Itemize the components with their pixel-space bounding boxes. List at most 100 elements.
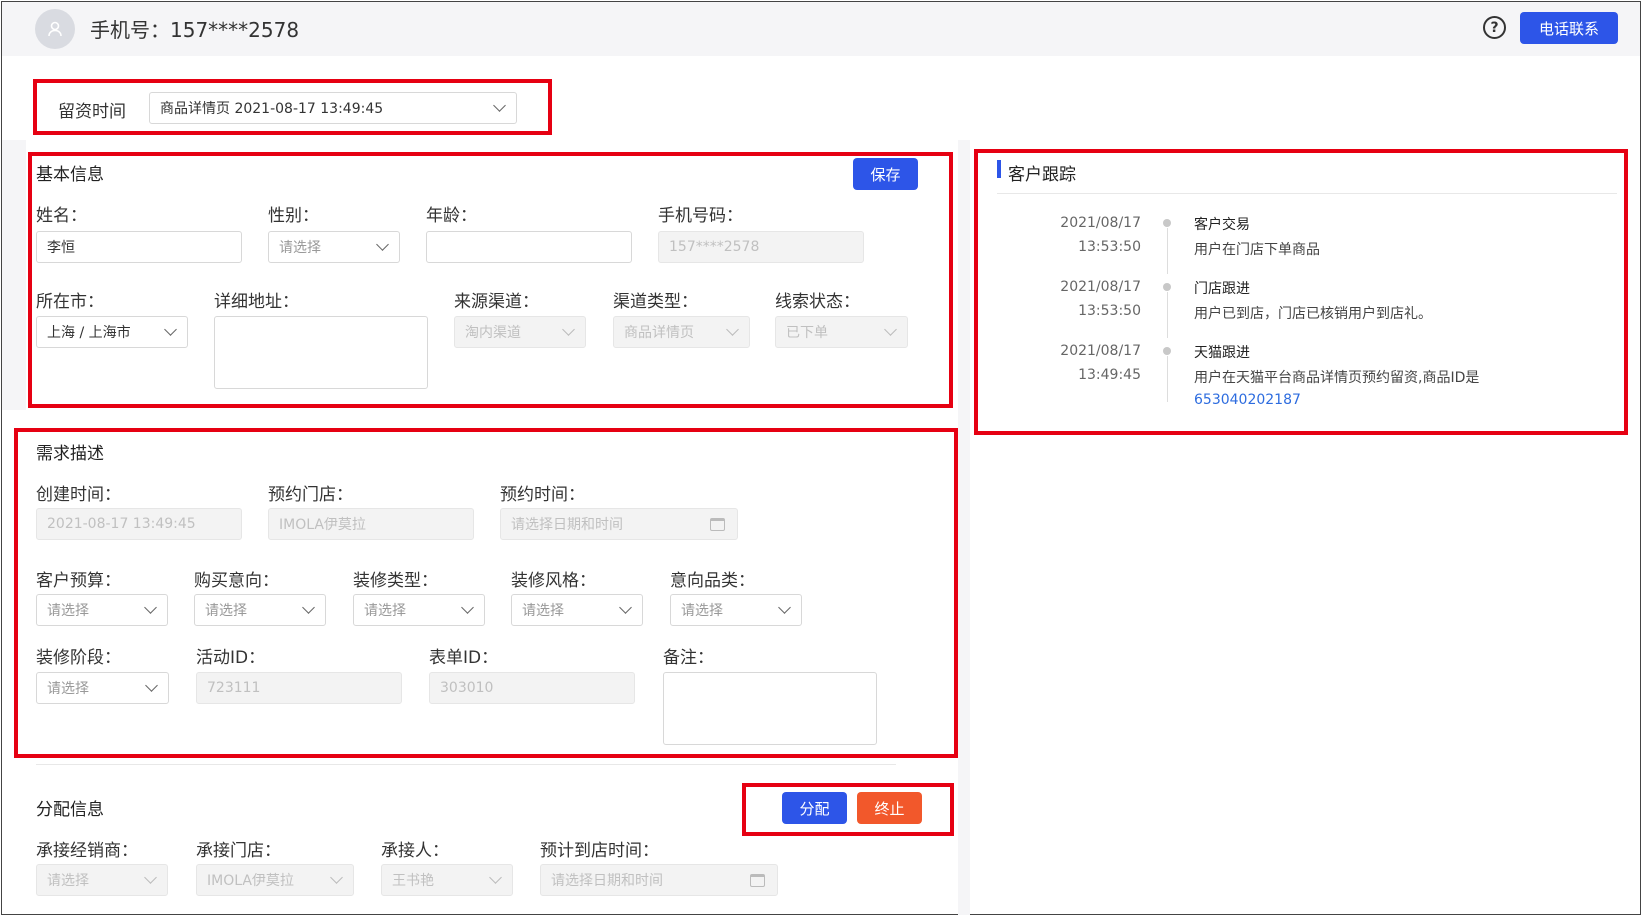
name-field[interactable]: 李恒 bbox=[36, 231, 242, 263]
stop-button[interactable]: 终止 bbox=[857, 792, 922, 824]
assign-store-label: 承接门店： bbox=[196, 841, 281, 861]
timeline-desc: 用户在门店下单商品 bbox=[1194, 242, 1320, 258]
appt-time-picker: 请选择日期和时间 bbox=[500, 508, 738, 540]
timeline-title: 门店跟进 bbox=[1194, 281, 1250, 297]
deco-stage-select[interactable]: 请选择 bbox=[36, 672, 169, 704]
phone-label: 手机号码： bbox=[658, 206, 743, 226]
gender-label: 性别： bbox=[268, 206, 319, 226]
lead-status-value: 已下单 bbox=[786, 325, 828, 341]
activity-id-label: 活动ID： bbox=[196, 648, 266, 668]
arrival-picker: 请选择日期和时间 bbox=[540, 864, 778, 896]
deco-style-placeholder: 请选择 bbox=[522, 603, 564, 619]
deco-style-label: 装修风格： bbox=[511, 571, 596, 591]
chevron-down-icon bbox=[619, 601, 632, 614]
lead-status-select: 已下单 bbox=[775, 316, 908, 348]
timeline-desc: 用户已到店，门店已核销用户到店礼。 bbox=[1194, 306, 1432, 322]
timeline-line bbox=[1167, 292, 1168, 338]
chevron-down-icon bbox=[562, 323, 575, 336]
channel-type-value: 商品详情页 bbox=[624, 325, 694, 341]
timeline-time: 13:49:45 bbox=[1078, 367, 1141, 383]
chevron-down-icon bbox=[461, 601, 474, 614]
section-title-demand: 需求描述 bbox=[36, 444, 104, 464]
chevron-down-icon bbox=[144, 871, 157, 884]
timeline-date: 2021/08/17 bbox=[1060, 215, 1141, 231]
arrival-placeholder: 请选择日期和时间 bbox=[551, 873, 663, 889]
calendar-icon bbox=[750, 874, 765, 887]
budget-label: 客户预算： bbox=[36, 571, 121, 591]
appt-time-placeholder: 请选择日期和时间 bbox=[511, 517, 623, 533]
remark-textarea[interactable] bbox=[663, 672, 877, 745]
intent-placeholder: 请选择 bbox=[205, 603, 247, 619]
save-button[interactable]: 保存 bbox=[853, 158, 918, 190]
timeline-line bbox=[1167, 356, 1168, 402]
source-channel-value: 淘内渠道 bbox=[465, 325, 521, 341]
deco-type-placeholder: 请选择 bbox=[364, 603, 406, 619]
remark-label: 备注： bbox=[663, 648, 714, 668]
deco-type-label: 装修类型： bbox=[353, 571, 438, 591]
category-placeholder: 请选择 bbox=[681, 603, 723, 619]
created-time-label: 创建时间： bbox=[36, 485, 121, 505]
category-label: 意向品类： bbox=[670, 571, 755, 591]
form-id-label: 表单ID： bbox=[429, 648, 499, 668]
highlight-box bbox=[742, 783, 954, 836]
call-button[interactable]: 电话联系 bbox=[1520, 12, 1618, 44]
timeline-dot bbox=[1163, 283, 1171, 291]
intent-label: 购买意向： bbox=[194, 571, 279, 591]
section-title-assign: 分配信息 bbox=[36, 800, 104, 820]
dealer-select: 请选择 bbox=[36, 864, 168, 896]
assign-button[interactable]: 分配 bbox=[782, 792, 847, 824]
assign-store-select: IMOLA伊莫拉 bbox=[196, 864, 354, 896]
timeline-line bbox=[1167, 228, 1168, 274]
appt-time-label: 预约时间： bbox=[500, 485, 585, 505]
gender-select[interactable]: 请选择 bbox=[268, 231, 400, 263]
chevron-down-icon bbox=[164, 323, 177, 336]
store-value: IMOLA伊莫拉 bbox=[279, 517, 366, 533]
form-id-value: 303010 bbox=[440, 680, 494, 696]
timeline-date: 2021/08/17 bbox=[1060, 279, 1141, 295]
chevron-down-icon bbox=[330, 871, 343, 884]
phone-field: 157****2578 bbox=[658, 231, 864, 263]
address-label: 详细地址： bbox=[214, 292, 299, 312]
deco-stage-label: 装修阶段： bbox=[36, 648, 121, 668]
dealer-label: 承接经销商： bbox=[36, 841, 138, 861]
timeline-dot bbox=[1163, 347, 1171, 355]
created-time-value: 2021-08-17 13:49:45 bbox=[47, 516, 196, 532]
activity-id-field: 723111 bbox=[196, 672, 402, 704]
category-select[interactable]: 请选择 bbox=[670, 594, 802, 626]
timeline-title: 天猫跟进 bbox=[1194, 345, 1250, 361]
arrival-label: 预计到店时间： bbox=[540, 841, 659, 861]
activity-id-value: 723111 bbox=[207, 680, 261, 696]
age-label: 年龄： bbox=[426, 206, 477, 226]
gutter bbox=[2, 140, 26, 410]
person-label: 承接人： bbox=[381, 841, 449, 861]
created-time-field: 2021-08-17 13:49:45 bbox=[36, 508, 242, 540]
address-textarea[interactable] bbox=[214, 316, 428, 389]
form-id-field: 303010 bbox=[429, 672, 635, 704]
city-value: 上海 / 上海市 bbox=[47, 325, 131, 341]
section-title-basic-info: 基本信息 bbox=[36, 165, 104, 185]
dealer-placeholder: 请选择 bbox=[47, 873, 89, 889]
help-icon[interactable]: ? bbox=[1483, 16, 1506, 39]
highlight-box bbox=[28, 152, 953, 408]
chevron-down-icon bbox=[884, 323, 897, 336]
divider bbox=[997, 193, 1617, 194]
assign-store-value: IMOLA伊莫拉 bbox=[207, 873, 294, 889]
intent-select[interactable]: 请选择 bbox=[194, 594, 326, 626]
divider bbox=[36, 764, 896, 765]
age-field[interactable] bbox=[426, 231, 632, 263]
chevron-down-icon bbox=[302, 601, 315, 614]
budget-select[interactable]: 请选择 bbox=[36, 594, 168, 626]
chevron-down-icon bbox=[778, 601, 791, 614]
channel-type-label: 渠道类型： bbox=[613, 292, 698, 312]
product-id-link[interactable]: 653040202187 bbox=[1194, 389, 1301, 411]
deco-style-select[interactable]: 请选择 bbox=[511, 594, 643, 626]
deco-type-select[interactable]: 请选择 bbox=[353, 594, 485, 626]
timeline-date: 2021/08/17 bbox=[1060, 343, 1141, 359]
lead-time-select[interactable]: 商品详情页 2021-08-17 13:49:45 bbox=[149, 92, 517, 124]
chevron-down-icon bbox=[726, 323, 739, 336]
timeline-time: 13:53:50 bbox=[1078, 239, 1141, 255]
lead-time-value: 商品详情页 2021-08-17 13:49:45 bbox=[160, 101, 384, 117]
city-select[interactable]: 上海 / 上海市 bbox=[36, 316, 188, 348]
lead-status-label: 线索状态： bbox=[775, 292, 860, 312]
timeline-title: 客户交易 bbox=[1194, 217, 1250, 233]
